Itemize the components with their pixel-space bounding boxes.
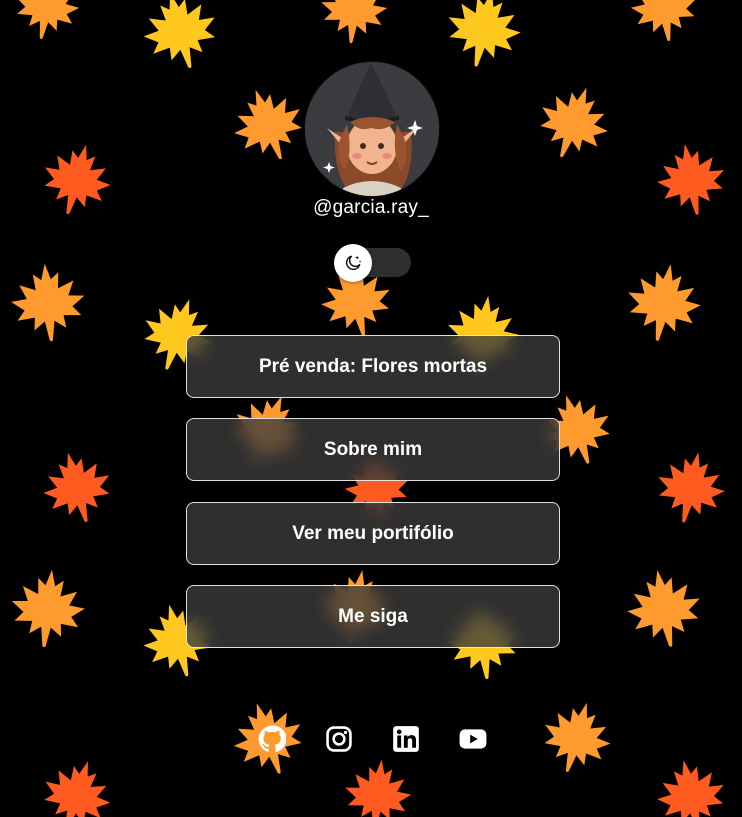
avatar [305,62,439,196]
github-icon [258,725,286,752]
instagram-icon [326,726,352,752]
maple-leaf-icon [11,263,85,342]
theme-toggle[interactable] [334,244,411,282]
page: @garcia.ray_ Pré venda: Flores mortas So… [0,0,742,817]
maple-leaf-icon [448,0,521,67]
maple-leaf-icon [321,0,388,44]
maple-leaf-icon [540,87,608,158]
username: @garcia.ray_ [313,197,429,218]
maple-leaf-icon [43,452,110,523]
maple-leaf-icon [630,0,697,42]
link-button-pre-venda[interactable]: Pré venda: Flores mortas [186,335,560,398]
maple-leaf-icon [658,452,725,523]
maple-leaf-icon [15,0,80,39]
maple-leaf-icon [143,0,216,69]
toggle-knob[interactable] [334,244,372,282]
moon-stars-icon [345,255,362,271]
avatar-illustration [305,62,439,196]
maple-leaf-icon [628,264,701,341]
maple-leaf-icon [345,759,412,817]
link-button-sobre-mim[interactable]: Sobre mim [186,418,560,481]
github-link[interactable] [257,724,287,754]
instagram-link[interactable] [324,724,354,754]
maple-leaf-icon [234,89,302,160]
link-button-me-siga[interactable]: Me siga [186,585,560,648]
maple-leaf-icon [657,760,724,817]
maple-leaf-icon [11,569,85,648]
maple-leaf-icon [44,761,111,817]
link-button-portfolio[interactable]: Ver meu portifólio [186,502,560,565]
linkedin-icon [393,726,419,752]
maple-leaf-icon [544,702,611,773]
maple-leaf-icon [627,570,700,647]
linkedin-link[interactable] [391,724,421,754]
youtube-icon [459,729,487,749]
youtube-link[interactable] [458,724,488,754]
